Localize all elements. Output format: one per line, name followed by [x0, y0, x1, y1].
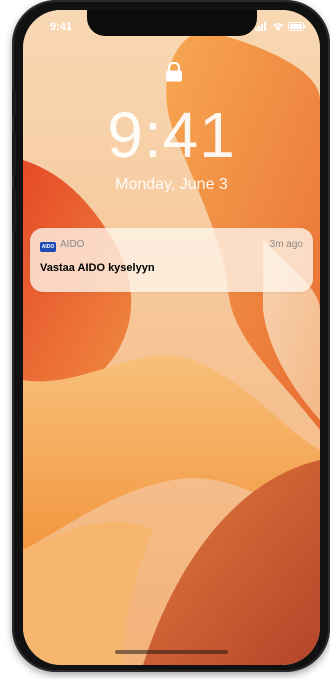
- status-time: 9:41: [50, 21, 73, 33]
- battery-icon: [288, 22, 306, 31]
- signal-icon: [255, 22, 266, 31]
- home-indicator[interactable]: [115, 650, 228, 654]
- wifi-icon: [272, 23, 284, 31]
- lock-screen-date: Monday, June 3: [115, 176, 228, 193]
- lock-screen-time: 9:41: [107, 99, 236, 171]
- volume-up-button: [12, 132, 16, 176]
- notification-card[interactable]: AIDO AIDO 3m ago Vastaa AIDO kyselyyn: [30, 228, 313, 292]
- notification-app-name: AIDO: [60, 239, 85, 250]
- notification-title: Vastaa AIDO kyselyyn: [40, 262, 155, 274]
- app-icon: AIDO: [40, 242, 56, 252]
- notification-time: 3m ago: [269, 239, 303, 250]
- silent-switch: [12, 90, 16, 116]
- volume-down-button: [12, 188, 16, 232]
- lock-screen: 9:41 9:41 Monday, June 3 AIDO AIDO 3m ag…: [23, 10, 320, 665]
- lock-icon: [166, 62, 182, 82]
- status-icons: [255, 22, 306, 31]
- notch: [87, 10, 257, 36]
